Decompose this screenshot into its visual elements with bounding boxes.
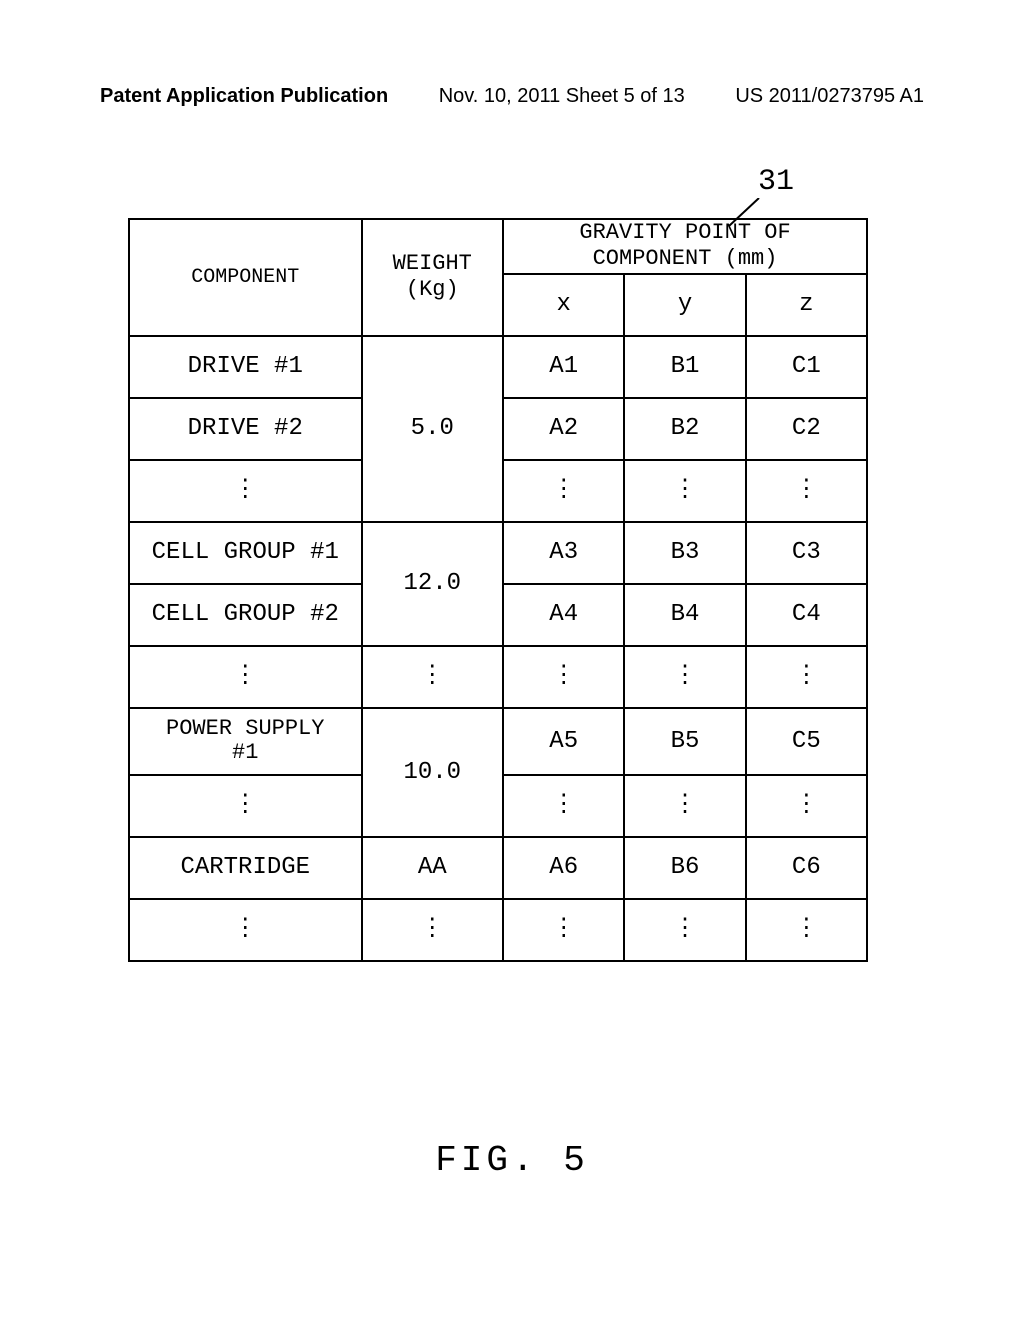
cell-component: POWER SUPPLY #1	[129, 708, 362, 775]
cell-dots: ⋮	[746, 460, 867, 522]
cell-x: A1	[503, 336, 624, 398]
table-row: CELL GROUP #1 12.0 A3 B3 C3	[129, 522, 867, 584]
cell-dots: ⋮	[746, 775, 867, 837]
figure-caption: FIG. 5	[0, 1140, 1024, 1181]
cell-z: C4	[746, 584, 867, 646]
header-publication: Patent Application Publication	[100, 85, 388, 108]
table-row-dots: ⋮ ⋮ ⋮ ⋮ ⋮	[129, 899, 867, 961]
cell-dots: ⋮	[503, 899, 624, 961]
table-row: DRIVE #1 5.0 A1 B1 C1	[129, 336, 867, 398]
cell-z: C1	[746, 336, 867, 398]
header-weight: WEIGHT (Kg)	[362, 219, 504, 336]
component-table: COMPONENT WEIGHT (Kg) GRAVITY POINT OF C…	[128, 218, 868, 962]
cell-x: A5	[503, 708, 624, 775]
cell-y: B3	[624, 522, 745, 584]
table-row: POWER SUPPLY #1 10.0 A5 B5 C5	[129, 708, 867, 775]
cell-component: CARTRIDGE	[129, 837, 362, 899]
cell-dots: ⋮	[503, 775, 624, 837]
cell-x: A4	[503, 584, 624, 646]
cell-dots: ⋮	[362, 646, 504, 708]
header-y: y	[624, 274, 745, 336]
cell-dots: ⋮	[503, 460, 624, 522]
cell-component: DRIVE #2	[129, 398, 362, 460]
cell-dots: ⋮	[503, 646, 624, 708]
cell-x: A6	[503, 837, 624, 899]
cell-dots: ⋮	[362, 899, 504, 961]
page-header: Patent Application Publication Nov. 10, …	[0, 85, 1024, 108]
cell-dots: ⋮	[129, 775, 362, 837]
cell-y: B6	[624, 837, 745, 899]
cell-y: B5	[624, 708, 745, 775]
cell-y: B4	[624, 584, 745, 646]
cell-z: C3	[746, 522, 867, 584]
cell-weight: 5.0	[362, 336, 504, 522]
cell-dots: ⋮	[129, 460, 362, 522]
cell-z: C5	[746, 708, 867, 775]
cell-dots: ⋮	[746, 899, 867, 961]
cell-component: CELL GROUP #2	[129, 584, 362, 646]
table-row-dots: ⋮ ⋮ ⋮ ⋮ ⋮	[129, 646, 867, 708]
cell-dots: ⋮	[624, 646, 745, 708]
cell-y: B1	[624, 336, 745, 398]
header-gravity: GRAVITY POINT OF COMPONENT (mm)	[503, 219, 867, 274]
cell-dots: ⋮	[624, 899, 745, 961]
cell-dots: ⋮	[129, 646, 362, 708]
header-date-sheet: Nov. 10, 2011 Sheet 5 of 13	[439, 85, 685, 108]
header-patent-number: US 2011/0273795 A1	[735, 85, 924, 108]
cell-component: DRIVE #1	[129, 336, 362, 398]
header-z: z	[746, 274, 867, 336]
table-row: CARTRIDGE AA A6 B6 C6	[129, 837, 867, 899]
reference-number: 31	[758, 165, 794, 199]
cell-x: A3	[503, 522, 624, 584]
cell-z: C2	[746, 398, 867, 460]
header-x: x	[503, 274, 624, 336]
cell-weight: 10.0	[362, 708, 504, 837]
header-component: COMPONENT	[129, 219, 362, 336]
cell-weight: AA	[362, 837, 504, 899]
cell-dots: ⋮	[129, 899, 362, 961]
cell-z: C6	[746, 837, 867, 899]
cell-dots: ⋮	[624, 460, 745, 522]
cell-component: CELL GROUP #1	[129, 522, 362, 584]
cell-weight: 12.0	[362, 522, 504, 646]
cell-dots: ⋮	[746, 646, 867, 708]
cell-y: B2	[624, 398, 745, 460]
cell-x: A2	[503, 398, 624, 460]
cell-dots: ⋮	[624, 775, 745, 837]
